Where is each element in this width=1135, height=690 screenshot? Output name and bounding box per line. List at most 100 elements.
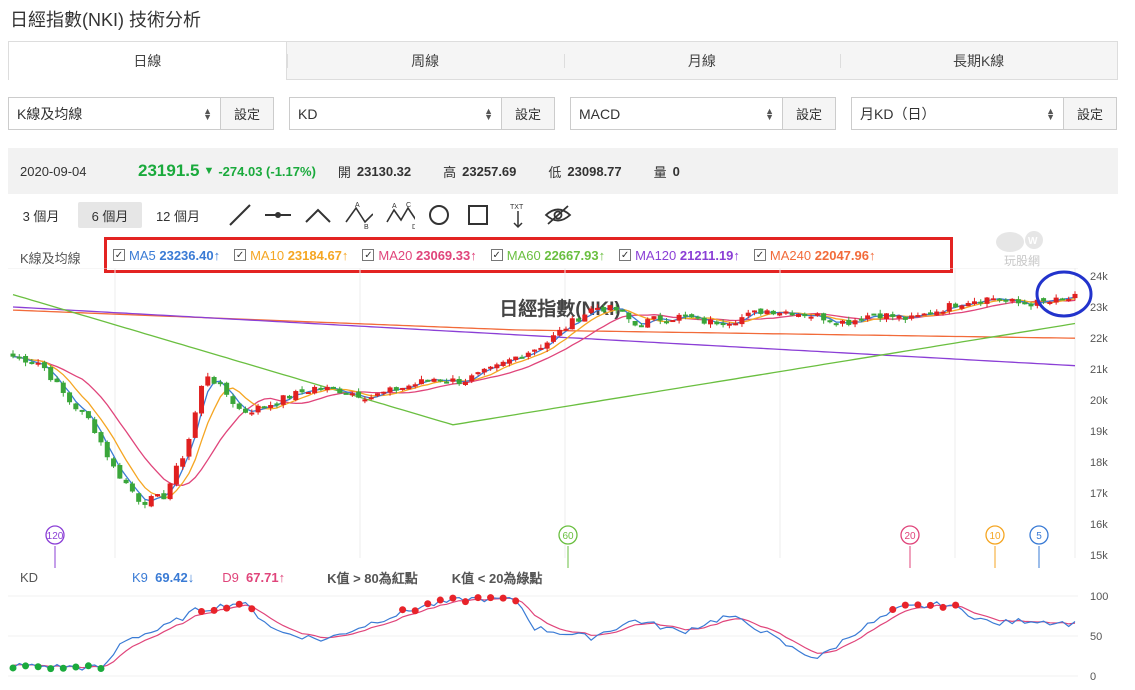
- candle-body: [456, 378, 462, 385]
- candle-body: [846, 319, 852, 325]
- tab-monthly[interactable]: 月線: [563, 42, 841, 79]
- text-tool-icon[interactable]: TXT: [503, 200, 533, 230]
- period-tabs: 日線 周線 月線 長期K線: [8, 41, 1118, 80]
- candle-body: [167, 483, 173, 500]
- ma-legend-ma240[interactable]: ✓ MA240 22047.96 ↑: [753, 247, 875, 263]
- candle-body: [1015, 299, 1021, 304]
- candle-body: [789, 312, 795, 316]
- rectangle-tool-icon[interactable]: [463, 200, 493, 230]
- candle-body: [525, 352, 531, 357]
- abc-label-a: A: [355, 202, 360, 209]
- candle-body: [997, 298, 1003, 301]
- checkbox-icon[interactable]: ✓: [619, 249, 632, 261]
- candle-body: [349, 393, 355, 396]
- candle-body: [865, 315, 871, 320]
- candle-body: [902, 316, 908, 320]
- ma-legend-ma10[interactable]: ✓ MA10 23184.67 ↑: [234, 248, 348, 263]
- checkbox-icon[interactable]: ✓: [113, 249, 125, 261]
- select-value: MACD: [579, 105, 621, 122]
- kd-chart[interactable]: 100 50 0: [0, 588, 1135, 690]
- range-12-months[interactable]: 12 個月: [146, 202, 210, 228]
- hide-drawings-icon[interactable]: [543, 200, 573, 230]
- ma-name: MA240: [769, 247, 812, 263]
- candle-body: [180, 458, 186, 467]
- candle-body: [896, 315, 902, 319]
- candle-body: [437, 379, 443, 382]
- settings-button-2[interactable]: 設定: [501, 97, 555, 130]
- settings-button-3[interactable]: 設定: [782, 97, 836, 130]
- ma-legend-ma120[interactable]: ✓ MA120 21211.19 ↑: [619, 248, 740, 263]
- range-6-months[interactable]: 6 個月: [78, 202, 142, 228]
- candle-body: [142, 501, 148, 505]
- candle-body: [833, 323, 839, 326]
- kd-green-dot: [72, 663, 80, 671]
- indicator-select-4[interactable]: 月KD（日） ▲ ▼: [851, 97, 1063, 130]
- d-label: D9: [222, 570, 239, 585]
- candle-body: [890, 314, 896, 317]
- ma-name: MA20: [378, 247, 413, 263]
- high-label: 高: [443, 164, 457, 180]
- kd-note-red: K值 > 80為紅點: [327, 571, 418, 586]
- kd-red-dot: [512, 597, 520, 605]
- candle-body: [921, 313, 927, 316]
- checkbox-icon[interactable]: ✓: [753, 249, 766, 261]
- indicator-select-3[interactable]: MACD ▲ ▼: [570, 97, 782, 130]
- kd-red-dot: [499, 594, 507, 602]
- y-tick-label: 20k: [1090, 395, 1108, 407]
- candle-body: [777, 312, 783, 316]
- candle-body: [136, 493, 142, 502]
- line-tool-icon[interactable]: [225, 200, 255, 230]
- kd-green-dot: [84, 662, 92, 670]
- select-value: KD: [298, 105, 318, 122]
- ma-legend-ma60[interactable]: ✓ MA60 22667.93 ↑: [490, 248, 605, 263]
- kd-red-dot: [952, 601, 960, 609]
- ma-legend-ma5[interactable]: ✓ MA5 23236.40 ↑: [113, 248, 220, 263]
- candle-body: [858, 318, 864, 321]
- candle-body: [148, 496, 154, 507]
- checkbox-icon[interactable]: ✓: [362, 249, 375, 261]
- indicator-select-2[interactable]: KD ▲ ▼: [289, 97, 501, 130]
- highlight-circle: [1035, 270, 1093, 318]
- checkbox-icon[interactable]: ✓: [490, 249, 503, 261]
- circle-tool-icon[interactable]: [424, 200, 454, 230]
- y-tick-label: 19k: [1090, 426, 1108, 438]
- ma-legend-ma20[interactable]: ✓ MA20 23069.33 ↑: [362, 247, 477, 263]
- kd-green-dot: [34, 663, 42, 671]
- kd-red-dot: [436, 596, 444, 604]
- k-value: 69.42: [155, 570, 188, 585]
- abcd-pattern-icon[interactable]: A C D: [385, 200, 415, 230]
- wantgoo-logo: W 玩股網: [990, 226, 1052, 268]
- down-triangle-icon: ▼: [203, 165, 215, 177]
- candle-body: [286, 395, 292, 399]
- tab-daily[interactable]: 日線: [9, 41, 287, 80]
- abc-pattern-icon[interactable]: A B: [343, 200, 373, 230]
- kd-red-dot: [210, 606, 218, 614]
- candle-body: [211, 377, 217, 384]
- candle-body: [557, 329, 563, 336]
- checkbox-icon[interactable]: ✓: [234, 249, 247, 261]
- horizontal-line-icon[interactable]: [263, 200, 293, 230]
- candle-body: [123, 479, 129, 484]
- indicator-select-group-3: MACD ▲ ▼ 設定: [570, 97, 836, 130]
- price-chart[interactable]: 24k23k22k21k20k19k18k17k16k15k日經指數(NKI)1…: [0, 268, 1135, 568]
- tab-weekly[interactable]: 周線: [286, 42, 564, 79]
- candle-body: [506, 359, 512, 364]
- candle-body: [205, 376, 211, 386]
- candle-body: [877, 313, 883, 319]
- candle-body: [324, 386, 330, 391]
- candle-body: [192, 412, 198, 438]
- volume-label: 量: [653, 164, 667, 180]
- y-tick-label: 21k: [1090, 364, 1108, 376]
- abcd-label-d: D: [412, 224, 415, 230]
- indicator-select-1[interactable]: K線及均線 ▲ ▼: [8, 97, 220, 130]
- angle-tool-icon[interactable]: [303, 200, 333, 230]
- quote-bar: 2020-09-04 23191.5 ▼ -274.03 (-1.17%) 開 …: [8, 148, 1118, 194]
- range-3-months[interactable]: 3 個月: [10, 202, 72, 228]
- settings-button-4[interactable]: 設定: [1063, 97, 1117, 130]
- settings-button-1[interactable]: 設定: [220, 97, 274, 130]
- candle-body: [959, 305, 965, 309]
- candle-body: [657, 315, 663, 321]
- tab-long-term[interactable]: 長期K線: [840, 42, 1117, 79]
- open-label: 開: [337, 164, 351, 180]
- candle-body: [1041, 298, 1047, 302]
